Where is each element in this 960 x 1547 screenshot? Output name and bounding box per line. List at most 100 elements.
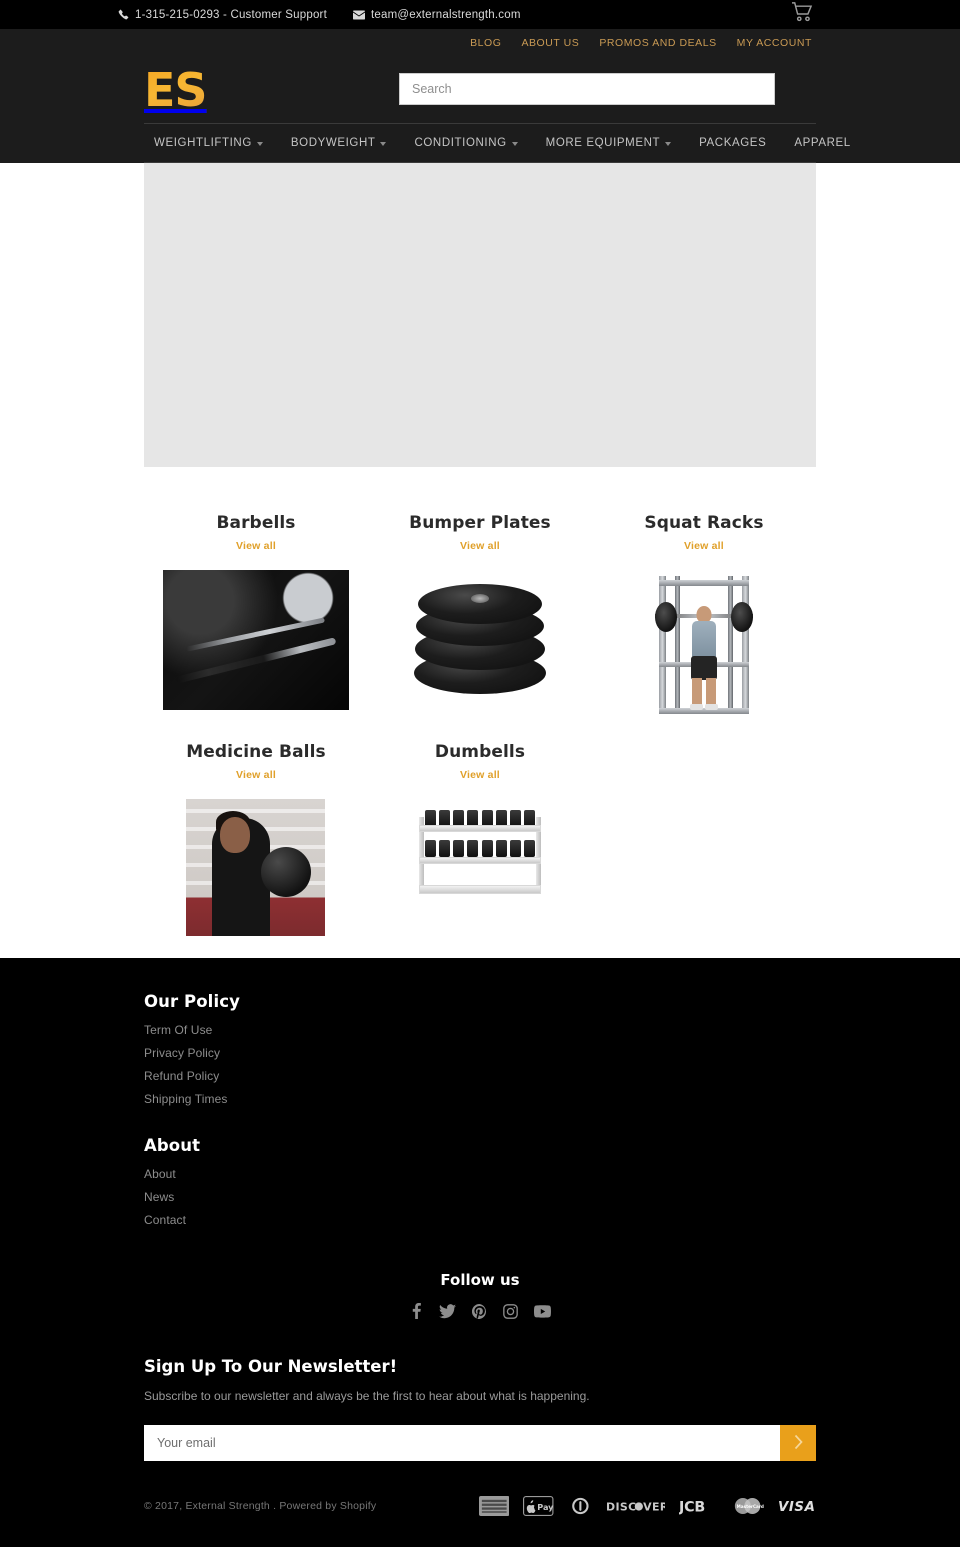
chevron-down-icon — [256, 141, 263, 146]
phone-icon — [118, 9, 129, 20]
footer-heading: Our Policy — [144, 992, 240, 1011]
collection-title: Squat Racks — [644, 513, 764, 533]
site-header: ES — [0, 2, 960, 123]
american-express-icon — [478, 1496, 510, 1516]
collection-view-all-link[interactable]: View all — [236, 540, 276, 552]
site-logo[interactable]: ES — [144, 66, 224, 114]
hero-slider-placeholder[interactable] — [144, 163, 816, 467]
chevron-down-icon — [665, 141, 672, 146]
collection-title: Medicine Balls — [186, 742, 326, 762]
copyright-text: © 2017, External Strength . Powered by S… — [144, 1500, 377, 1512]
facebook-icon[interactable] — [410, 1303, 423, 1319]
pinterest-icon[interactable] — [471, 1303, 487, 1319]
social-links — [144, 1303, 816, 1319]
collection-title: Barbells — [216, 513, 296, 533]
announcement-bar: 1-315-215-0293 - Customer Support team@e… — [0, 0, 960, 29]
newsletter-block: Sign Up To Our Newsletter! Subscribe to … — [144, 1329, 816, 1461]
collection-view-all-link[interactable]: View all — [236, 769, 276, 781]
collection-view-all-link[interactable]: View all — [460, 769, 500, 781]
collection-card-dumbells[interactable]: Dumbells View all — [368, 742, 592, 936]
phone-number-text: 1-315-215-0293 - Customer Support — [135, 8, 327, 21]
svg-text:DISC: DISC — [606, 1500, 637, 1513]
payment-methods: Pay DISC VER JCB MasterCard VISA — [478, 1496, 816, 1516]
youtube-icon[interactable] — [533, 1304, 551, 1318]
newsletter-submit-button[interactable] — [780, 1425, 816, 1461]
collection-card-bumper-plates[interactable]: Bumper Plates View all — [368, 513, 592, 720]
footer-link-news[interactable]: News — [144, 1190, 816, 1204]
nav-label: BODYWEIGHT — [290, 137, 376, 149]
collection-title: Dumbells — [434, 742, 526, 762]
collection-title: Bumper Plates — [409, 513, 551, 533]
svg-text:JCB: JCB — [679, 1500, 705, 1516]
collection-card-squat-racks[interactable]: Squat Racks View all — [592, 513, 816, 720]
collection-view-all-link[interactable]: View all — [684, 540, 724, 552]
apple-pay-icon: Pay — [523, 1496, 554, 1516]
squat-rack-photo — [648, 570, 759, 718]
collection-image-barbells[interactable] — [162, 570, 349, 710]
mastercard-icon: MasterCard — [734, 1498, 764, 1514]
visa-icon: VISA — [778, 1500, 815, 1515]
bumper-plates-photo — [407, 570, 553, 720]
twitter-icon[interactable] — [438, 1303, 456, 1319]
search-input[interactable] — [399, 73, 775, 105]
shopping-cart-icon — [791, 2, 813, 25]
collection-card-medicine-balls[interactable]: Medicine Balls View all — [144, 742, 368, 936]
newsletter-email-input[interactable] — [144, 1425, 780, 1461]
contact-email[interactable]: team@externalstrength.com — [352, 9, 521, 21]
footer-link-refund-policy[interactable]: Refund Policy — [144, 1069, 816, 1083]
utility-link-blog[interactable]: BLOG — [470, 37, 501, 49]
collection-image-medicine-balls[interactable] — [186, 799, 326, 936]
utility-link-my-account[interactable]: MY ACCOUNT — [737, 37, 812, 49]
nav-item-conditioning[interactable]: CONDITIONING — [400, 123, 531, 163]
collection-view-all-link[interactable]: View all — [460, 540, 500, 552]
footer-block-our-policy: Our Policy Term Of Use Privacy Policy Re… — [144, 992, 816, 1106]
collection-image-dumbells[interactable] — [414, 799, 545, 899]
nav-item-weightlifting[interactable]: WEIGHTLIFTING — [144, 123, 277, 163]
nav-label: APPAREL — [794, 137, 851, 149]
search-form — [399, 73, 775, 105]
nav-label: PACKAGES — [699, 137, 767, 149]
footer-block-follow-us: Follow us — [144, 1257, 816, 1329]
nav-item-apparel[interactable]: APPAREL — [780, 123, 864, 163]
barbell-photo — [162, 570, 349, 710]
collection-image-bumper-plates[interactable] — [407, 570, 553, 720]
contact-phone[interactable]: 1-315-215-0293 - Customer Support — [118, 9, 327, 21]
svg-text:Pay: Pay — [537, 1502, 553, 1512]
footer-link-term-of-use[interactable]: Term Of Use — [144, 1023, 816, 1037]
dumbbell-rack-photo — [414, 799, 545, 899]
page-content: Barbells View all Bumper Plates View all… — [0, 163, 960, 958]
svg-text:VISA: VISA — [778, 1500, 815, 1515]
svg-text:MasterCard: MasterCard — [736, 1504, 763, 1509]
nav-label: MORE EQUIPMENT — [545, 137, 661, 149]
newsletter-form — [144, 1425, 816, 1461]
nav-item-packages[interactable]: PACKAGES — [685, 123, 780, 163]
cart-button[interactable] — [789, 0, 815, 27]
footer-link-shipping-times[interactable]: Shipping Times — [144, 1092, 816, 1106]
chevron-down-icon — [511, 141, 518, 146]
nav-item-more-equipment[interactable]: MORE EQUIPMENT — [532, 123, 685, 163]
utility-link-promos-and-deals[interactable]: PROMOS AND DEALS — [599, 37, 716, 49]
footer-link-contact[interactable]: Contact — [144, 1213, 816, 1227]
envelope-icon — [352, 10, 365, 20]
instagram-icon[interactable] — [502, 1303, 518, 1319]
footer-bottom-bar: © 2017, External Strength . Powered by S… — [144, 1461, 816, 1525]
footer-link-about[interactable]: About — [144, 1167, 816, 1181]
nav-item-bodyweight[interactable]: BODYWEIGHT — [277, 123, 401, 163]
newsletter-heading: Sign Up To Our Newsletter! — [144, 1357, 398, 1376]
collection-image-squat-racks[interactable] — [648, 570, 759, 718]
site-footer: Our Policy Term Of Use Privacy Policy Re… — [144, 958, 816, 1461]
chevron-right-icon — [793, 1434, 804, 1453]
diners-club-icon — [571, 1497, 589, 1515]
utility-link-about-us[interactable]: ABOUT US — [521, 37, 579, 49]
collection-grid: Barbells View all Bumper Plates View all… — [144, 467, 816, 958]
footer-link-privacy-policy[interactable]: Privacy Policy — [144, 1046, 816, 1060]
logo-text: ES — [144, 63, 208, 117]
utility-nav: BLOG ABOUT US PROMOS AND DEALS MY ACCOUN… — [0, 29, 960, 57]
chevron-down-icon — [380, 141, 387, 146]
nav-label: CONDITIONING — [414, 137, 507, 149]
main-navigation: WEIGHTLIFTING BODYWEIGHT CONDITIONING MO… — [0, 123, 960, 163]
footer-heading: About — [144, 1136, 201, 1155]
jcb-icon: JCB — [679, 1500, 705, 1516]
collection-card-barbells[interactable]: Barbells View all — [144, 513, 368, 720]
newsletter-subtext: Subscribe to our newsletter and always b… — [144, 1389, 590, 1403]
